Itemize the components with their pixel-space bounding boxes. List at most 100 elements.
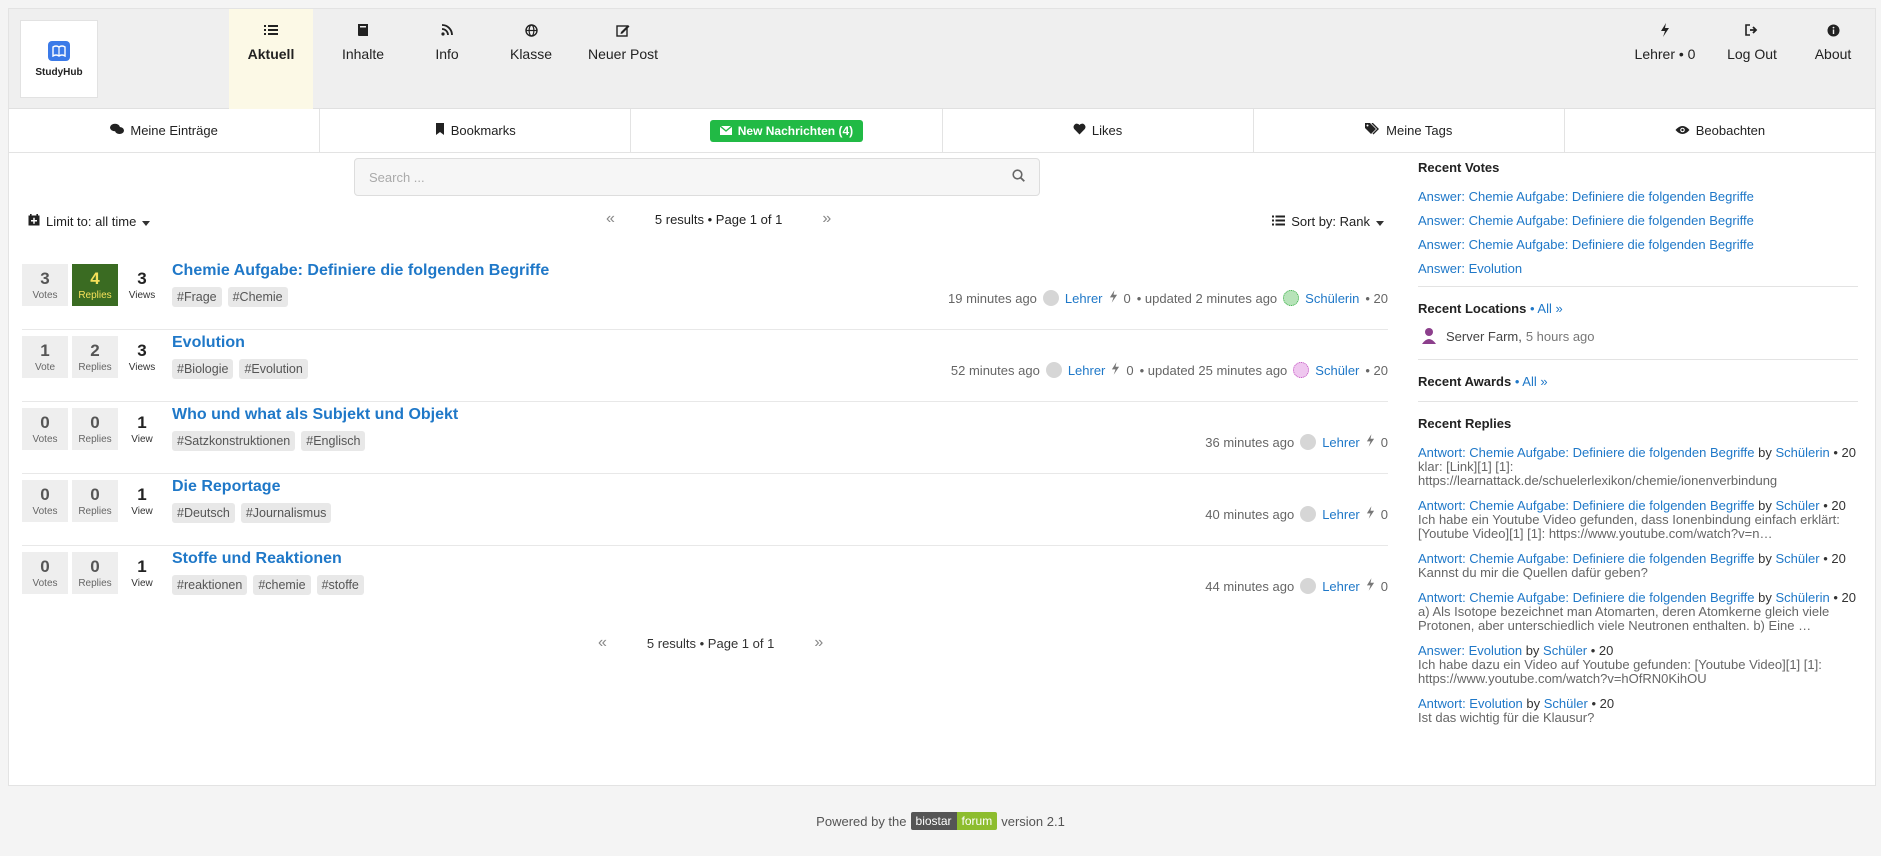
votes-box: 1 Vote	[22, 336, 68, 378]
recent-awards-section: Recent Awards • All »	[1418, 360, 1858, 402]
post-title-link[interactable]: Die Reportage	[172, 478, 280, 496]
tag[interactable]: #chemie	[253, 575, 311, 595]
menu-inhalte[interactable]: Inhalte	[329, 9, 397, 109]
recent-awards-title: Recent Awards	[1418, 374, 1512, 389]
tag[interactable]: #Biologie	[172, 359, 234, 379]
updater-link[interactable]: Schülerin	[1305, 291, 1359, 306]
recent-vote-link[interactable]: Answer: Chemie Aufgabe: Definiere die fo…	[1418, 213, 1858, 228]
reply-by: by	[1758, 551, 1772, 566]
subnav-meine-eintraege[interactable]: Meine Einträge	[9, 109, 321, 152]
envelope-icon	[719, 124, 733, 138]
menu-neuer-post[interactable]: Neuer Post	[581, 9, 665, 109]
search-box	[354, 158, 1040, 196]
author-link[interactable]: Lehrer	[1322, 579, 1360, 594]
new-messages-badge[interactable]: New Nachrichten (4)	[709, 119, 864, 142]
pager-prev-button[interactable]: «	[606, 210, 615, 228]
rss-icon	[439, 22, 455, 38]
bolt-icon	[1111, 362, 1120, 378]
subnav-beobachten[interactable]: Beobachten	[1565, 109, 1875, 152]
location-time: 5 hours ago	[1525, 329, 1595, 344]
reply-by: by	[1758, 498, 1772, 513]
author-link[interactable]: Lehrer	[1065, 291, 1103, 306]
updater-score: • 20	[1365, 362, 1388, 378]
tag-list: #Frage #Chemie	[172, 287, 288, 307]
tag[interactable]: #stoffe	[316, 575, 364, 595]
recent-reply: Antwort: Chemie Aufgabe: Definiere die f…	[1418, 445, 1858, 488]
recent-vote-link[interactable]: Answer: Chemie Aufgabe: Definiere die fo…	[1418, 237, 1858, 252]
avatar	[1300, 434, 1317, 450]
menu-klasse[interactable]: Klasse	[499, 9, 563, 109]
post-title-link[interactable]: Chemie Aufgabe: Definiere die folgenden …	[172, 262, 549, 280]
post-title-link[interactable]: Stoffe und Reaktionen	[172, 550, 342, 568]
replies-box: 4 Replies	[72, 264, 118, 306]
tag-list: #Satzkonstruktionen #Englisch	[172, 431, 366, 451]
reply-score: • 20	[1833, 590, 1856, 605]
recent-votes-title: Recent Votes	[1418, 160, 1500, 175]
reply-title-link[interactable]: Antwort: Chemie Aufgabe: Definiere die f…	[1418, 551, 1755, 566]
author-link[interactable]: Lehrer	[1322, 435, 1360, 450]
menu-info-label: Info	[435, 46, 459, 62]
post-time: 19 minutes ago	[948, 290, 1037, 306]
votes-box: 0 Votes	[22, 408, 68, 450]
reply-title-link[interactable]: Antwort: Chemie Aufgabe: Definiere die f…	[1418, 498, 1755, 513]
reply-user-link[interactable]: Schüler	[1543, 643, 1587, 658]
reply-user-link[interactable]: Schüler	[1776, 551, 1820, 566]
top-menu: StudyHub Aktuell Inhalte Info Klasse Neu…	[9, 9, 1875, 109]
updater-link[interactable]: Schüler	[1315, 363, 1359, 378]
reply-title-link[interactable]: Answer: Evolution	[1418, 643, 1522, 658]
post-title-link[interactable]: Who und what als Subjekt und Objekt	[172, 406, 458, 424]
post-title-link[interactable]: Evolution	[172, 334, 245, 352]
subnav-meine-tags[interactable]: Meine Tags	[1254, 109, 1565, 152]
tag[interactable]: #Satzkonstruktionen	[172, 431, 296, 451]
tag[interactable]: #reaktionen	[172, 575, 248, 595]
forum-badge[interactable]: forum	[956, 812, 998, 830]
all-awards-link[interactable]: • All »	[1515, 374, 1548, 389]
menu-user-score[interactable]: Lehrer • 0	[1623, 9, 1707, 109]
biostar-badge[interactable]: biostar	[910, 812, 957, 830]
reply-user-link[interactable]: Schüler	[1544, 696, 1588, 711]
reply-by: by	[1526, 696, 1541, 711]
reply-title-link[interactable]: Antwort: Chemie Aufgabe: Definiere die f…	[1418, 590, 1755, 605]
reply-title-link[interactable]: Antwort: Evolution	[1418, 696, 1523, 711]
pager-bottom: « 5 results • Page 1 of 1 »	[598, 634, 823, 652]
subnav-new-nachrichten[interactable]: New Nachrichten (4)	[631, 109, 943, 152]
post-meta: 40 minutes ago Lehrer 0	[1205, 506, 1388, 522]
reply-title-link[interactable]: Antwort: Chemie Aufgabe: Definiere die f…	[1418, 445, 1755, 460]
menu-info[interactable]: Info	[417, 9, 477, 109]
post-row: 0 Votes 0 Replies 1 View Stoffe und Reaktio…	[22, 546, 1388, 618]
menu-logout-label: Log Out	[1727, 46, 1777, 62]
pager-next-button[interactable]: »	[814, 634, 823, 652]
tag[interactable]: #Journalismus	[240, 503, 332, 523]
search-input[interactable]	[369, 169, 969, 185]
reply-user-link[interactable]: Schüler	[1776, 498, 1820, 513]
tag[interactable]: #Evolution	[239, 359, 308, 379]
search-icon[interactable]	[1012, 169, 1025, 185]
reply-score: • 20	[1591, 696, 1615, 711]
reply-user-link[interactable]: Schülerin	[1776, 445, 1830, 460]
tag-list: #Biologie #Evolution	[172, 359, 308, 379]
sort-dropdown[interactable]: Sort by: Rank	[1272, 214, 1384, 229]
views-box: 3 Views	[128, 269, 156, 301]
limit-dropdown[interactable]: Limit to: all time	[28, 214, 151, 229]
recent-vote-link[interactable]: Answer: Evolution	[1418, 261, 1858, 276]
footer-version: version 2.1	[1001, 813, 1065, 829]
logo[interactable]: StudyHub	[20, 20, 98, 98]
tag[interactable]: #Englisch	[301, 431, 366, 451]
tag[interactable]: #Chemie	[227, 287, 288, 307]
tag[interactable]: #Frage	[172, 287, 222, 307]
reply-user-link[interactable]: Schülerin	[1776, 590, 1830, 605]
recent-vote-link[interactable]: Answer: Chemie Aufgabe: Definiere die fo…	[1418, 189, 1858, 204]
menu-aktuell[interactable]: Aktuell	[229, 9, 313, 109]
post-meta: 52 minutes ago Lehrer 0 • updated 25 min…	[951, 362, 1388, 378]
pager-prev-button[interactable]: «	[598, 634, 607, 652]
tag[interactable]: #Deutsch	[172, 503, 235, 523]
author-link[interactable]: Lehrer	[1068, 363, 1106, 378]
pager-next-button[interactable]: »	[822, 210, 831, 228]
all-locations-link[interactable]: • All »	[1530, 301, 1563, 316]
author-link[interactable]: Lehrer	[1322, 507, 1360, 522]
subnav-bookmarks[interactable]: Bookmarks	[320, 109, 632, 152]
recent-reply: Antwort: Chemie Aufgabe: Definiere die f…	[1418, 551, 1858, 580]
menu-logout[interactable]: Log Out	[1717, 9, 1787, 109]
menu-about[interactable]: About	[1803, 9, 1863, 109]
subnav-likes[interactable]: Likes	[943, 109, 1254, 152]
